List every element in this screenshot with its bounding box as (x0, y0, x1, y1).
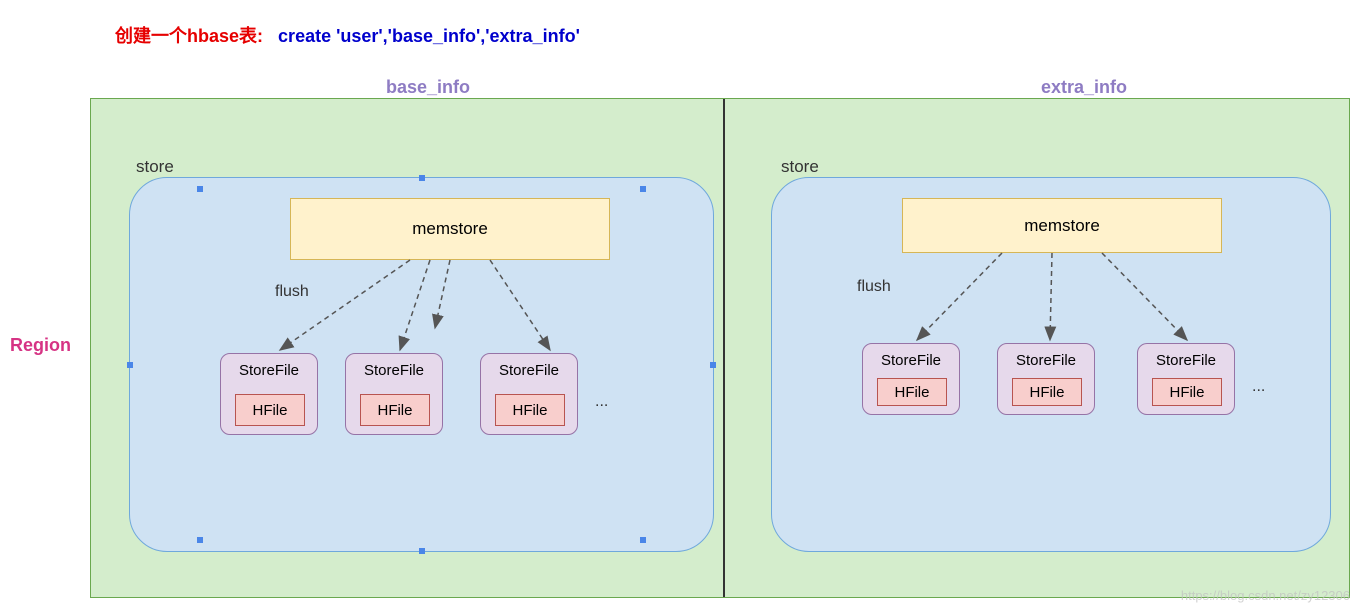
memstore-box-left: memstore (290, 198, 610, 260)
memstore-label: memstore (1024, 216, 1100, 236)
storefile-box: StoreFile HFile (480, 353, 578, 435)
hfile-label: HFile (1029, 384, 1064, 401)
memstore-box-right: memstore (902, 198, 1222, 253)
watermark: https://blog.csdn.net/zy12306 (1181, 588, 1350, 603)
ellipsis: ... (595, 393, 608, 411)
region-box: base_info extra_info store store memstor… (90, 98, 1350, 598)
storefile-box: StoreFile HFile (997, 343, 1095, 415)
hfile-label: HFile (377, 402, 412, 419)
hfile-label: HFile (512, 402, 547, 419)
storefile-label: StoreFile (499, 362, 559, 379)
title-red-part: 创建一个hbase表: (115, 26, 263, 46)
storefile-box: StoreFile HFile (862, 343, 960, 415)
hfile-box: HFile (360, 394, 430, 426)
region-label: Region (10, 335, 71, 356)
region-divider (723, 99, 725, 597)
storefile-box: StoreFile HFile (1137, 343, 1235, 415)
store-box-left: memstore flush StoreFile HFile StoreFile… (129, 177, 714, 552)
storefile-label: StoreFile (1156, 352, 1216, 369)
column-family-label-left: base_info (386, 77, 470, 98)
store-box-right: memstore flush StoreFile HFile StoreFile… (771, 177, 1331, 552)
store-label-right: store (781, 157, 819, 177)
storefile-label: StoreFile (239, 362, 299, 379)
storefile-box: StoreFile HFile (345, 353, 443, 435)
hfile-box: HFile (1012, 378, 1082, 406)
hfile-label: HFile (894, 384, 929, 401)
memstore-label: memstore (412, 219, 488, 239)
hfile-box: HFile (495, 394, 565, 426)
hfile-box: HFile (1152, 378, 1222, 406)
storefile-label: StoreFile (364, 362, 424, 379)
flush-label-right: flush (857, 278, 891, 296)
title-blue-part: create 'user','base_info','extra_info' (278, 26, 580, 46)
hfile-label: HFile (1169, 384, 1204, 401)
ellipsis: ... (1252, 378, 1265, 396)
storefile-label: StoreFile (1016, 352, 1076, 369)
hfile-box: HFile (877, 378, 947, 406)
flush-label-left: flush (275, 283, 309, 301)
hfile-label: HFile (252, 402, 287, 419)
hfile-box: HFile (235, 394, 305, 426)
storefile-label: StoreFile (881, 352, 941, 369)
diagram-title: 创建一个hbase表: create 'user','base_info','e… (115, 22, 580, 48)
column-family-label-right: extra_info (1041, 77, 1127, 98)
store-label-left: store (136, 157, 174, 177)
storefile-box: StoreFile HFile (220, 353, 318, 435)
